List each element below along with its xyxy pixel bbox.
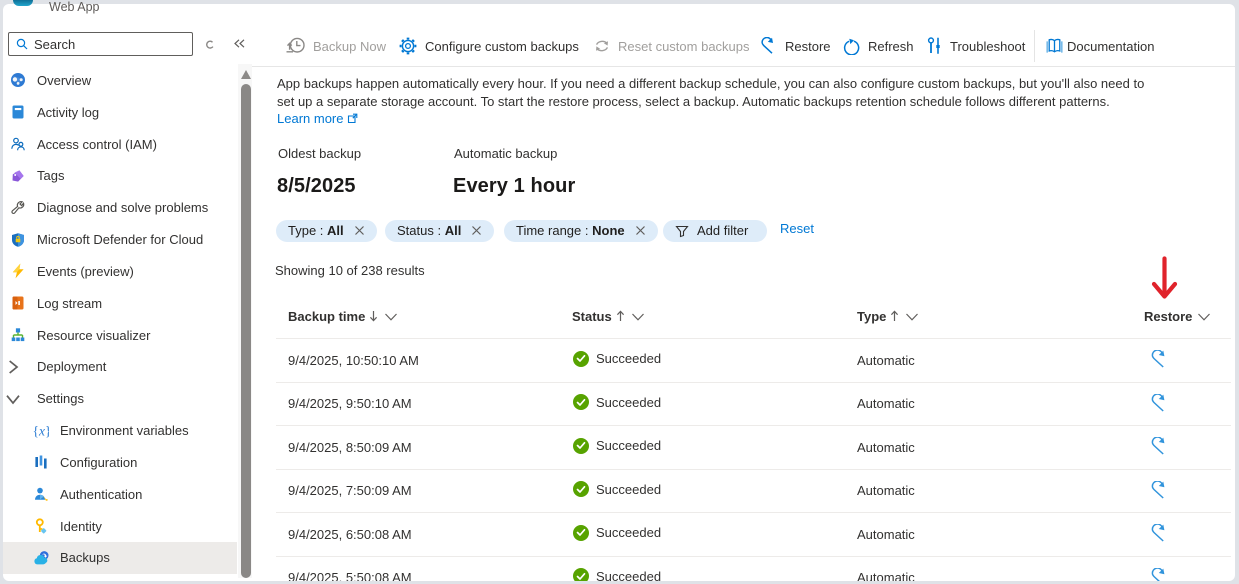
svg-text:{x}: {x} [33,423,49,438]
